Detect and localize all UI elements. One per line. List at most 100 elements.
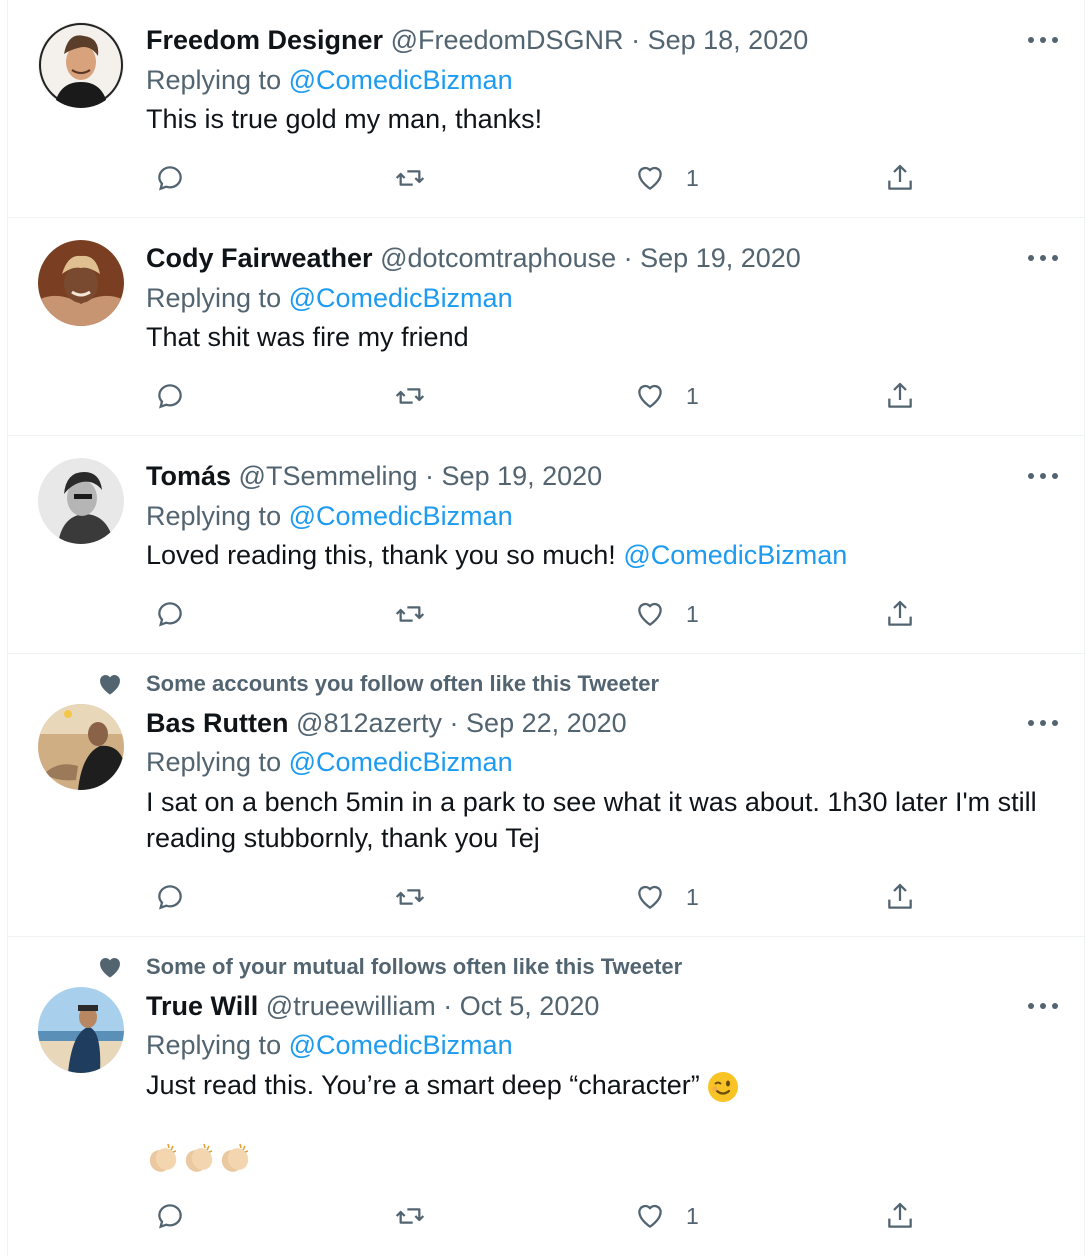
- reply-icon: [158, 166, 182, 191]
- like-icon: [638, 166, 662, 190]
- share-button[interactable]: [884, 596, 916, 632]
- like-icon: [638, 384, 662, 408]
- replying-to-label: Replying to: [146, 283, 282, 313]
- share-button[interactable]: [884, 879, 916, 915]
- tweet-text-body: Just read this. You’re a smart deep “cha…: [146, 1070, 700, 1100]
- like-count: 1: [686, 1202, 699, 1229]
- like-button[interactable]: 1: [634, 879, 699, 915]
- replying-to-mention[interactable]: @ComedicBizman: [289, 283, 513, 313]
- share-icon: [888, 1202, 912, 1228]
- replying-to-mention[interactable]: @ComedicBizman: [289, 747, 513, 777]
- avatar[interactable]: [38, 987, 124, 1073]
- more-icon[interactable]: [1026, 30, 1060, 50]
- user-handle[interactable]: @TSemmeling: [239, 461, 418, 491]
- tweet-text-body: Loved reading this, thank you so much!: [146, 540, 616, 570]
- tweet-header: Cody Fairweather @dotcomtraphouse · Sep …: [146, 241, 1064, 275]
- replying-to: Replying to @ComedicBizman: [146, 281, 1064, 315]
- separator: ·: [449, 708, 459, 738]
- avatar[interactable]: [38, 458, 124, 544]
- avatar[interactable]: [38, 240, 124, 326]
- like-button[interactable]: 1: [634, 160, 699, 196]
- display-name[interactable]: Bas Rutten: [146, 708, 289, 738]
- more-icon[interactable]: [1026, 466, 1060, 486]
- retweet-button[interactable]: [394, 160, 426, 196]
- tweet-text: This is true gold my man, thanks!: [146, 104, 543, 134]
- clapping-hands-emoji: [221, 1143, 249, 1172]
- avatar[interactable]: [38, 704, 124, 790]
- reply-icon: [158, 885, 182, 910]
- retweet-button[interactable]: [394, 1198, 426, 1234]
- retweet-icon: [395, 170, 425, 186]
- timestamp[interactable]: Sep 19, 2020: [442, 461, 603, 491]
- like-button[interactable]: 1: [634, 1198, 699, 1234]
- tweet-text: Loved reading this, thank you so much! @…: [146, 537, 1054, 573]
- clapping-hands-emoji: [149, 1143, 177, 1172]
- timestamp[interactable]: Sep 22, 2020: [466, 708, 627, 738]
- like-button[interactable]: 1: [634, 378, 699, 414]
- retweet-button[interactable]: [394, 378, 426, 414]
- tweet[interactable]: Some accounts you follow often like this…: [8, 654, 1084, 937]
- more-icon[interactable]: [1026, 996, 1060, 1016]
- reply-button[interactable]: [154, 160, 186, 196]
- tweet[interactable]: Some of your mutual follows often like t…: [8, 937, 1084, 1256]
- reply-button[interactable]: [154, 1198, 186, 1234]
- share-button[interactable]: [884, 160, 916, 196]
- retweet-icon: [395, 1208, 425, 1224]
- tweet-actions: 1: [146, 1198, 946, 1234]
- replying-to-mention[interactable]: @ComedicBizman: [289, 501, 513, 531]
- display-name[interactable]: Tomás: [146, 461, 231, 491]
- reply-icon: [158, 1204, 182, 1229]
- reply-button[interactable]: [154, 879, 186, 915]
- share-button[interactable]: [884, 1198, 916, 1234]
- like-icon: [638, 1204, 662, 1228]
- tweet-header: Tomás @TSemmeling · Sep 19, 2020: [146, 459, 1064, 493]
- timestamp[interactable]: Sep 18, 2020: [648, 25, 809, 55]
- clapping-hands-emoji: [185, 1143, 213, 1172]
- like-count: 1: [686, 382, 699, 409]
- tweet[interactable]: Freedom Designer @FreedomDSGNR · Sep 18,…: [8, 0, 1084, 218]
- retweet-icon: [395, 606, 425, 622]
- timestamp[interactable]: Oct 5, 2020: [460, 991, 600, 1021]
- reply-button[interactable]: [154, 378, 186, 414]
- user-handle[interactable]: @dotcomtraphouse: [380, 243, 616, 273]
- wink-emoji: [708, 1071, 739, 1102]
- more-icon[interactable]: [1026, 713, 1060, 733]
- social-heart-icon: [100, 958, 120, 978]
- avatar-image: [38, 458, 124, 544]
- tweet-actions: 1: [146, 879, 946, 915]
- retweet-button[interactable]: [394, 879, 426, 915]
- user-handle[interactable]: @trueewilliam: [266, 991, 436, 1021]
- separator: ·: [631, 25, 641, 55]
- retweet-button[interactable]: [394, 596, 426, 632]
- like-button[interactable]: 1: [634, 596, 699, 632]
- user-handle[interactable]: @FreedomDSGNR: [391, 25, 624, 55]
- avatar[interactable]: [38, 22, 124, 108]
- separator: ·: [623, 243, 633, 273]
- replying-to-mention[interactable]: @ComedicBizman: [289, 65, 513, 95]
- retweet-icon: [395, 889, 425, 905]
- replying-to-mention[interactable]: @ComedicBizman: [289, 1030, 513, 1060]
- replying-to: Replying to @ComedicBizman: [146, 745, 1064, 779]
- tweet-text-mention[interactable]: @ComedicBizman: [623, 540, 847, 570]
- tweet-text-line: I sat on a bench 5min in a park to see w…: [146, 787, 1037, 817]
- tweet-header: Freedom Designer @FreedomDSGNR · Sep 18,…: [146, 23, 1064, 57]
- like-icon: [638, 885, 662, 909]
- display-name[interactable]: Cody Fairweather: [146, 243, 373, 273]
- tweet[interactable]: Tomás @TSemmeling · Sep 19, 2020 Replyin…: [8, 436, 1084, 654]
- share-button[interactable]: [884, 378, 916, 414]
- reply-icon: [158, 602, 182, 627]
- display-name[interactable]: Freedom Designer: [146, 25, 383, 55]
- social-context: Some of your mutual follows often like t…: [146, 954, 683, 979]
- tweet-header: Bas Rutten @812azerty · Sep 22, 2020: [146, 706, 1064, 740]
- reply-icon: [158, 384, 182, 409]
- social-heart-icon: [100, 675, 120, 695]
- reply-button[interactable]: [154, 596, 186, 632]
- timestamp[interactable]: Sep 19, 2020: [640, 243, 801, 273]
- avatar-image: [38, 22, 124, 108]
- tweet[interactable]: Cody Fairweather @dotcomtraphouse · Sep …: [8, 218, 1084, 436]
- tweet-actions: 1: [146, 378, 946, 414]
- avatar-image: [38, 704, 124, 790]
- user-handle[interactable]: @812azerty: [296, 708, 442, 738]
- display-name[interactable]: True Will: [146, 991, 258, 1021]
- more-icon[interactable]: [1026, 248, 1060, 268]
